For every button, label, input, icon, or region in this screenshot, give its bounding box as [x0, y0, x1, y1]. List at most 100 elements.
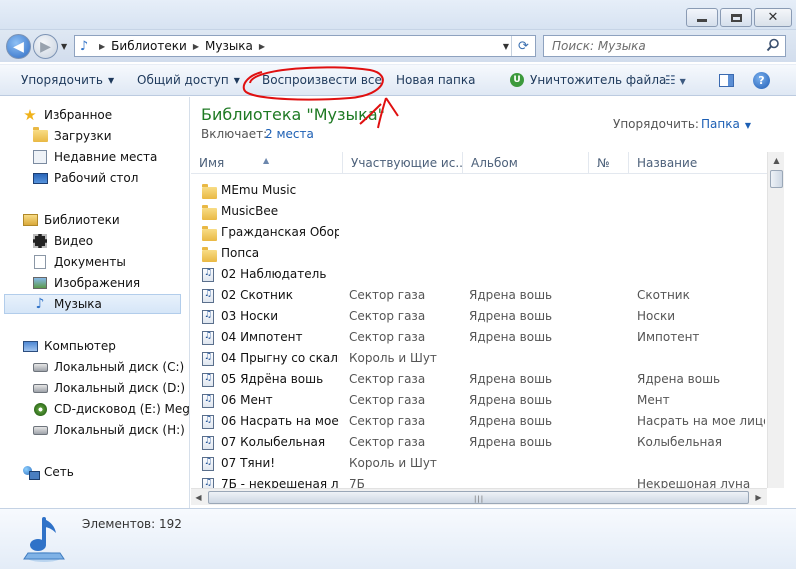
file-name: MEmu Music [221, 183, 297, 197]
folder-row[interactable]: Гражданская Обор... [191, 223, 767, 244]
back-button[interactable]: ◀ [6, 34, 31, 59]
column-name[interactable]: Имя ▲ [191, 152, 343, 174]
organize-button[interactable]: Упорядочить ▼ [21, 73, 114, 87]
maximize-button[interactable] [720, 8, 752, 27]
forward-button[interactable]: ▶ [33, 34, 58, 59]
scroll-up-icon[interactable]: ▲ [768, 152, 785, 169]
file-row[interactable]: 06 Насрать на мое ... Сектор газа Ядрена в… [191, 412, 767, 433]
file-row[interactable]: 02 Наблюдатель [191, 265, 767, 286]
column-track-number[interactable]: № [589, 152, 629, 174]
file-row[interactable]: 07 Тяни! Король и Шут [191, 454, 767, 475]
address-row: ◀ ▶ ▼ ♪ ▶ Библиотеки ▶ Музыка ▶ ▼ ⟳ Поис… [0, 30, 796, 62]
nav-item-downloads[interactable]: Загрузки [32, 126, 112, 146]
file-row[interactable]: 02 Скотник Сектор газа Ядрена вошь Скотник [191, 286, 767, 307]
address-dropdown-icon[interactable]: ▼ [503, 42, 509, 51]
audio-file-icon [202, 457, 214, 471]
file-row[interactable]: 04 Импотент Сектор газа Ядрена вошь Импотен… [191, 328, 767, 349]
nav-item-documents[interactable]: Документы [32, 252, 126, 272]
search-icon[interactable] [766, 38, 780, 52]
nav-item-drive-e[interactable]: CD-дисковод (E:) Mega [32, 399, 190, 419]
vertical-scroll-thumb[interactable] [770, 170, 783, 188]
scroll-right-icon[interactable]: ▶ [750, 489, 767, 506]
file-name: 07 Колыбельная [221, 435, 326, 449]
file-name: 07 Тяни! [221, 456, 276, 470]
nav-libraries[interactable]: Библиотеки [22, 210, 120, 230]
file-name: 03 Носки [221, 309, 279, 323]
file-title: Ядрена вошь [637, 372, 721, 386]
column-title[interactable]: Название [629, 152, 767, 174]
nav-item-music[interactable]: ♪ Музыка [4, 294, 181, 314]
column-label: Имя [199, 156, 225, 170]
nav-network[interactable]: Сеть [22, 462, 74, 482]
share-button[interactable]: Общий доступ ▼ [137, 73, 240, 87]
file-name: Попса [221, 246, 260, 260]
libraries-icon [22, 212, 38, 228]
file-album: Ядрена вошь [469, 393, 553, 407]
address-bar[interactable]: ♪ ▶ Библиотеки ▶ Музыка ▶ ▼ ⟳ [74, 35, 536, 57]
recent-pages-dropdown[interactable]: ▼ [61, 42, 67, 51]
breadcrumb-separator-icon[interactable]: ▶ [99, 42, 105, 51]
nav-item-drive-h[interactable]: Локальный диск (H:) [32, 420, 185, 440]
nav-item-drive-d[interactable]: Локальный диск (D:) [32, 378, 185, 398]
column-artists[interactable]: Участвующие ис... [343, 152, 463, 174]
audio-file-icon [202, 415, 214, 429]
nav-item-video[interactable]: Видео [32, 231, 93, 251]
file-shredder-button[interactable]: U Уничтожитель файла [510, 73, 666, 87]
folder-row[interactable]: Попса [191, 244, 767, 265]
back-arrow-icon: ◀ [13, 38, 24, 55]
file-row[interactable]: 06 Мент Сектор газа Ядрена вошь Мент [191, 391, 767, 412]
vertical-scrollbar[interactable]: ▲ [767, 152, 784, 488]
chevron-down-icon: ▼ [744, 121, 751, 130]
horizontal-scroll-thumb[interactable]: ||| [208, 491, 749, 504]
nav-item-drive-c[interactable]: Локальный диск (C:) [32, 357, 184, 377]
file-title: Скотник [637, 288, 690, 302]
file-title: Носки [637, 309, 676, 323]
file-row[interactable]: 05 Ядрёна вошь Сектор газа Ядрена вошь Ядре… [191, 370, 767, 391]
file-row[interactable]: 07 Колыбельная Сектор газа Ядрена вошь Колы… [191, 433, 767, 454]
nav-item-recent-places[interactable]: Недавние места [32, 147, 157, 167]
file-album: Ядрена вошь [469, 414, 553, 428]
file-row[interactable]: 04 Прыгну со скалы Король и Шут [191, 349, 767, 370]
file-artist: Сектор газа [349, 435, 426, 449]
refresh-button[interactable]: ⟳ [511, 36, 535, 56]
arrange-by-dropdown[interactable]: Папка ▼ [701, 117, 751, 131]
nav-item-pictures[interactable]: Изображения [32, 273, 140, 293]
library-includes-label: Включает: [201, 127, 268, 141]
column-album[interactable]: Альбом [463, 152, 589, 174]
nav-label: Локальный диск (C:) [54, 360, 185, 374]
horizontal-scrollbar[interactable]: ◀ ||| ▶ [191, 488, 767, 505]
folder-row[interactable]: MEmu Music [191, 181, 767, 202]
library-locations-link[interactable]: 2 места [265, 127, 314, 141]
minimize-button[interactable] [686, 8, 718, 27]
scroll-left-icon[interactable]: ◀ [191, 489, 207, 506]
audio-file-icon [202, 310, 214, 324]
preview-pane-button[interactable] [719, 74, 734, 87]
nav-computer[interactable]: Компьютер [22, 336, 116, 356]
sort-ascending-icon: ▲ [263, 156, 270, 165]
column-header: Имя ▲ Участвующие ис... Альбом № Название [191, 152, 767, 174]
folder-row[interactable]: MusicBee [191, 202, 767, 223]
breadcrumb-separator-icon[interactable]: ▶ [259, 42, 265, 51]
nav-label: Документы [54, 255, 126, 269]
nav-item-desktop[interactable]: Рабочий стол [32, 168, 138, 188]
nav-favorites[interactable]: ★ Избранное [22, 105, 112, 125]
search-input[interactable]: Поиск: Музыка [543, 35, 786, 57]
change-view-button[interactable]: ☷ ▼ [665, 73, 695, 87]
help-button[interactable]: ? [753, 72, 770, 89]
play-all-button[interactable]: Воспроизвести все [262, 73, 382, 87]
video-icon [32, 233, 48, 249]
breadcrumb-separator-icon[interactable]: ▶ [193, 42, 199, 51]
hard-drive-icon [32, 422, 48, 438]
new-folder-button[interactable]: Новая папка [396, 73, 475, 87]
nav-label: Локальный диск (D:) [54, 381, 186, 395]
breadcrumb-music[interactable]: Музыка [205, 39, 253, 53]
breadcrumb-libraries[interactable]: Библиотеки [111, 39, 187, 53]
documents-icon [32, 254, 48, 270]
nav-label: CD-дисковод (E:) Mega [54, 402, 190, 416]
column-label: Участвующие ис... [351, 156, 463, 170]
minimize-icon [697, 19, 707, 22]
recent-places-icon [32, 149, 48, 165]
close-button[interactable]: ✕ [754, 8, 792, 27]
file-row[interactable]: 03 Носки Сектор газа Ядрена вошь Носки [191, 307, 767, 328]
file-name: 05 Ядрёна вошь [221, 372, 324, 386]
